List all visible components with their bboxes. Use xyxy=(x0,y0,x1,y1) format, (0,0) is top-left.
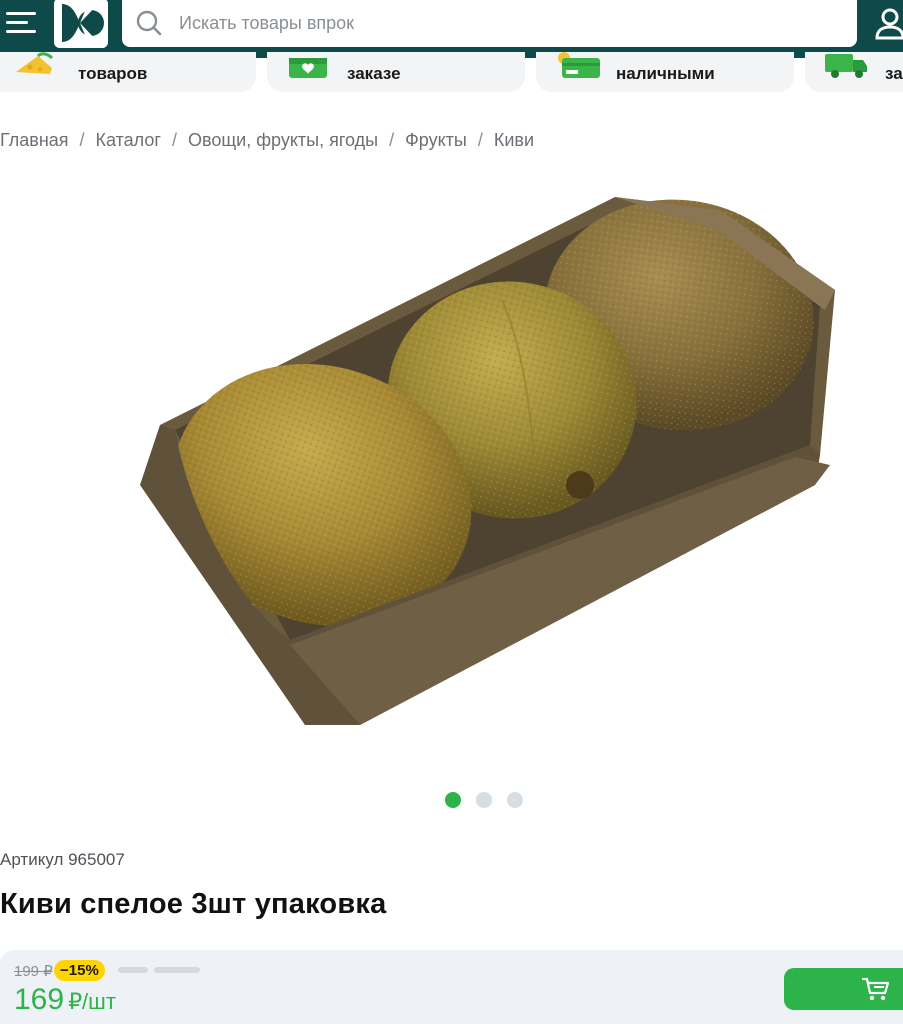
brand-logo[interactable] xyxy=(54,0,108,48)
cheese-icon xyxy=(16,52,54,74)
breadcrumb-link[interactable]: Овощи, фрукты, ягоды xyxy=(188,130,378,152)
add-to-cart-button[interactable] xyxy=(784,968,903,1010)
breadcrumb-link[interactable]: Фрукты xyxy=(405,130,467,152)
promo-label: заказе xyxy=(347,64,401,83)
current-price-value: 169 xyxy=(14,983,65,1016)
gift-box-icon xyxy=(289,58,327,78)
search-input[interactable] xyxy=(179,8,819,38)
header xyxy=(0,0,903,58)
user-icon[interactable] xyxy=(874,6,903,40)
breadcrumb-separator: / xyxy=(79,130,85,150)
breadcrumb-separator: / xyxy=(389,130,395,150)
breadcrumb: Главная / Каталог / Овощи, фрукты, ягоды… xyxy=(0,130,534,152)
search-bar xyxy=(122,0,857,47)
old-price: 199 ₽ xyxy=(14,963,53,980)
breadcrumb-link[interactable]: Главная xyxy=(0,130,69,152)
gallery-dot-active[interactable] xyxy=(445,792,461,808)
breadcrumb-current[interactable]: Киви xyxy=(494,130,534,152)
hamburger-menu-icon[interactable] xyxy=(6,10,38,36)
promo-strip: товаров заказе наличными за xyxy=(0,52,903,98)
promo-card[interactable]: заказе xyxy=(267,52,525,92)
search-icon[interactable] xyxy=(136,10,162,36)
promo-card[interactable]: за xyxy=(805,52,903,92)
promo-card[interactable]: товаров xyxy=(0,52,256,92)
card-cash-icon xyxy=(558,52,600,78)
product-page: товаров заказе наличными xyxy=(0,0,903,1024)
breadcrumb-separator: / xyxy=(171,130,177,150)
discount-badge: −15% xyxy=(54,960,105,981)
current-price: 169 ₽/шт xyxy=(14,983,116,1017)
faded-note xyxy=(118,963,202,979)
gallery-pagination xyxy=(445,792,523,808)
article-number: Артикул 965007 xyxy=(0,850,125,869)
gallery-dot[interactable] xyxy=(507,792,523,808)
cart-icon xyxy=(862,977,890,1001)
promo-card[interactable]: наличными xyxy=(536,52,794,92)
product-image[interactable] xyxy=(130,185,850,745)
promo-label: наличными xyxy=(616,64,715,83)
product-title: Киви спелое 3шт упаковка xyxy=(0,888,387,920)
breadcrumb-separator: / xyxy=(477,130,483,150)
promo-label: за xyxy=(885,64,903,83)
price-panel: 199 ₽ −15% 169 ₽/шт xyxy=(0,950,903,1024)
delivery-truck-icon xyxy=(825,54,867,78)
promo-label: товаров xyxy=(78,64,148,83)
breadcrumb-link[interactable]: Каталог xyxy=(96,130,161,152)
price-unit: ₽/шт xyxy=(68,989,116,1014)
gallery-dot[interactable] xyxy=(476,792,492,808)
